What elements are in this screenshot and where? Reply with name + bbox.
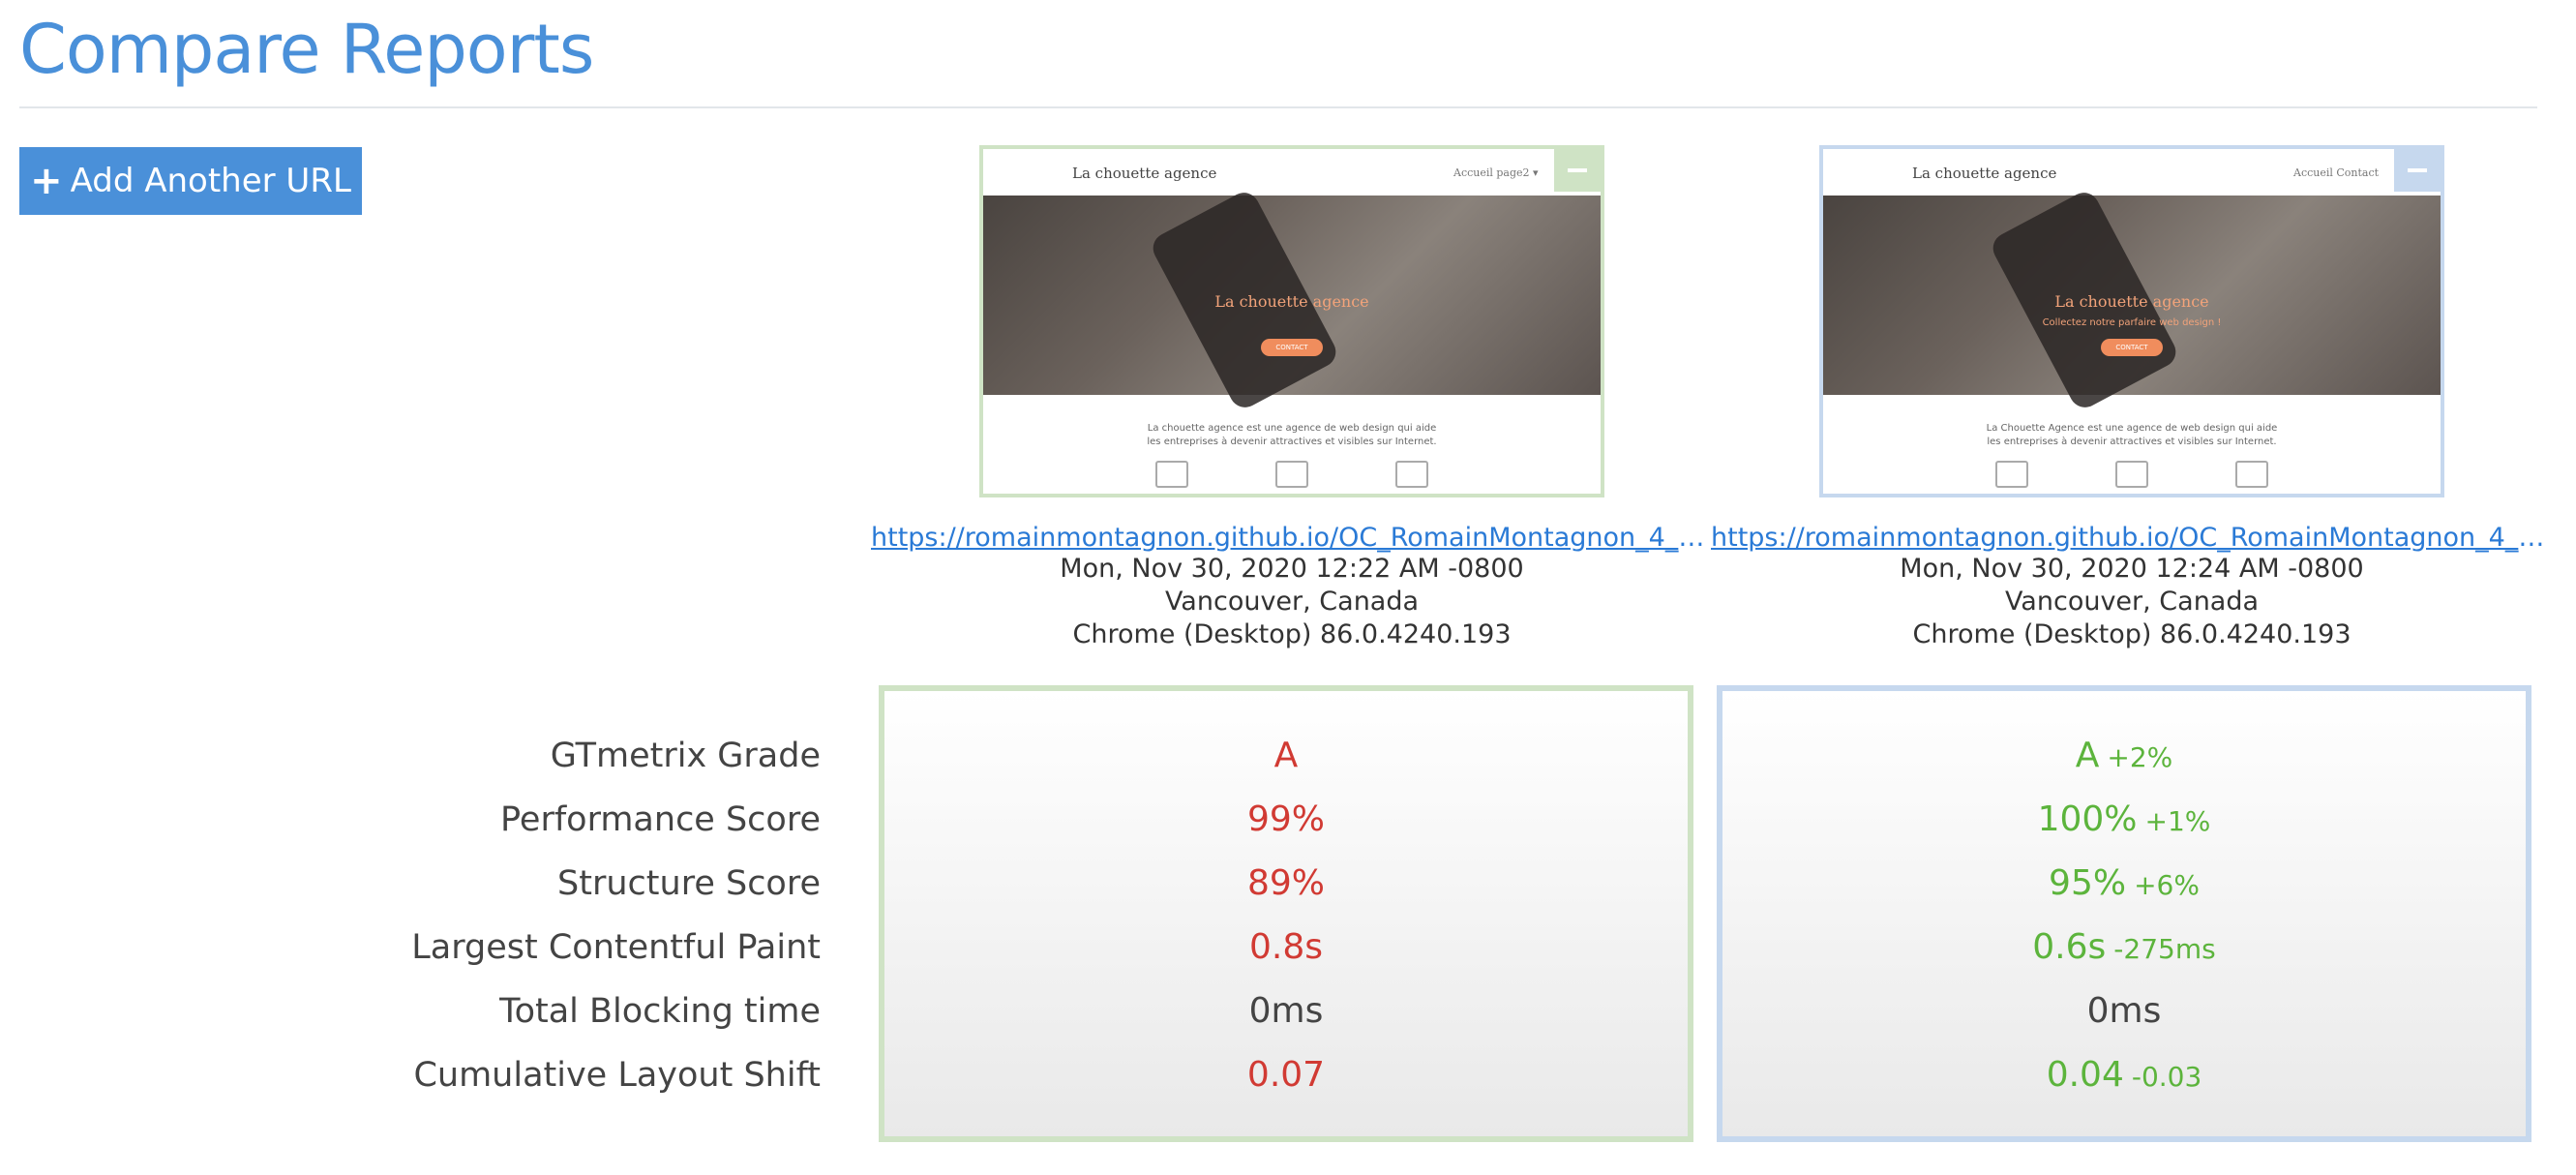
collapse-icon[interactable] xyxy=(1554,149,1601,192)
thumb-body: La chouette agence est une agence de web… xyxy=(983,395,1601,488)
score-cls: 0.07 xyxy=(884,1043,1688,1107)
score-box-1: A 99% 89% 0.8s 0ms 0.07 xyxy=(879,685,1693,1142)
thumb-hero: La chouette agence Collectez notre parfa… xyxy=(1823,187,2441,413)
report-url-link-2[interactable]: https://romainmontagnon.github.io/OC_Rom… xyxy=(1711,523,2553,553)
thumb-body-line: La Chouette Agence est une agence de web… xyxy=(1986,423,2278,434)
score-delta: -0.03 xyxy=(2131,1061,2202,1093)
collapse-icon[interactable] xyxy=(2394,149,2441,192)
score-value: 99% xyxy=(1246,799,1325,839)
score-value: 89% xyxy=(1246,863,1325,903)
thumb-feature-icons xyxy=(983,461,1601,488)
plus-icon: + xyxy=(30,159,63,203)
title-divider xyxy=(19,106,2537,108)
report-location: Vancouver, Canada xyxy=(2004,587,2260,617)
chart-icon xyxy=(1275,461,1308,488)
score-delta: +2% xyxy=(2107,741,2173,773)
report-location: Vancouver, Canada xyxy=(1164,587,1420,617)
thumb-body-line: les entreprises à devenir attractives et… xyxy=(1147,437,1437,447)
layout-icon xyxy=(1155,461,1188,488)
metric-labels: GTmetrix Grade Performance Score Structu… xyxy=(290,724,821,1107)
report-column-1: La chouette agence Accueil page2 ▾ La ch… xyxy=(871,145,1713,651)
score-value: A xyxy=(2075,736,2100,775)
thumb-hero-title: La chouette agence xyxy=(1214,292,1369,311)
thumb-contact-button: CONTACT xyxy=(2101,339,2163,356)
metric-label-grade: GTmetrix Grade xyxy=(550,737,821,775)
score-structure: 95% +6% xyxy=(1722,852,2526,916)
score-box-2: A +2% 100% +1% 95% +6% 0.6s -275ms 0ms 0.04-… xyxy=(1717,685,2531,1142)
score-value: 0.07 xyxy=(1246,1055,1326,1095)
score-delta: +6% xyxy=(2134,869,2200,901)
thumb-logo: La chouette agence xyxy=(1072,165,1217,182)
score-tbt: 0ms xyxy=(884,979,1688,1043)
metric-label-structure: Structure Score xyxy=(557,864,821,903)
thumb-menu: Accueil Contact xyxy=(2293,166,2380,179)
score-value: 95% xyxy=(2049,863,2127,903)
thumb-contact-button: CONTACT xyxy=(1261,339,1323,356)
metric-label-cls: Cumulative Layout Shift xyxy=(413,1056,821,1095)
score-tbt: 0ms xyxy=(1722,979,2526,1043)
report-date: Mon, Nov 30, 2020 12:22 AM -0800 xyxy=(1060,554,1524,584)
thumb-body: La Chouette Agence est une agence de web… xyxy=(1823,395,2441,488)
thumb-feature-icons xyxy=(1823,461,2441,488)
thumb-body-line: les entreprises à devenir attractives et… xyxy=(1987,437,2277,447)
thumb-nav: La chouette agence Accueil Contact xyxy=(1823,149,2441,196)
add-url-label: Add Another URL xyxy=(70,162,351,200)
page-title: Compare Reports xyxy=(19,10,594,89)
score-structure: 89% xyxy=(884,852,1688,916)
report-browser: Chrome (Desktop) 86.0.4240.193 xyxy=(1072,619,1512,649)
pencil-icon xyxy=(2235,461,2268,488)
score-performance: 99% xyxy=(884,788,1688,852)
score-lcp: 0.8s xyxy=(884,916,1688,979)
score-value: 0ms xyxy=(2086,991,2162,1031)
report-browser: Chrome (Desktop) 86.0.4240.193 xyxy=(1912,619,2351,649)
score-delta: +1% xyxy=(2144,805,2211,837)
report-screenshot-1[interactable]: La chouette agence Accueil page2 ▾ La ch… xyxy=(979,145,1604,497)
score-delta: -275ms xyxy=(2113,933,2216,965)
report-screenshot-2[interactable]: La chouette agence Accueil Contact La ch… xyxy=(1819,145,2444,497)
layout-icon xyxy=(1995,461,2028,488)
chart-icon xyxy=(2115,461,2148,488)
score-value: 0.8s xyxy=(1248,927,1323,967)
thumb-hero-title: La chouette agence xyxy=(2054,292,2209,311)
thumb-nav: La chouette agence Accueil page2 ▾ xyxy=(983,149,1601,196)
score-value: 0.04 xyxy=(2046,1055,2124,1095)
metric-label-performance: Performance Score xyxy=(500,800,821,839)
report-column-2: La chouette agence Accueil Contact La ch… xyxy=(1711,145,2553,651)
metric-label-tbt: Total Blocking time xyxy=(499,992,821,1031)
thumb-menu: Accueil page2 ▾ xyxy=(1453,166,1539,179)
score-value: 0.6s xyxy=(2032,927,2107,967)
thumb-logo: La chouette agence xyxy=(1912,165,2057,182)
add-another-url-button[interactable]: + Add Another URL xyxy=(19,147,362,215)
score-value: 0ms xyxy=(1248,991,1324,1031)
report-url-link-1[interactable]: https://romainmontagnon.github.io/OC_Rom… xyxy=(871,523,1713,553)
score-lcp: 0.6s -275ms xyxy=(1722,916,2526,979)
thumb-hero: La chouette agence CONTACT xyxy=(983,187,1601,413)
score-grade: A xyxy=(884,724,1688,788)
thumb-body-line: La chouette agence est une agence de web… xyxy=(1147,423,1437,434)
score-grade: A +2% xyxy=(1722,724,2526,788)
pencil-icon xyxy=(1395,461,1428,488)
report-date: Mon, Nov 30, 2020 12:24 AM -0800 xyxy=(1900,554,2364,584)
metric-label-lcp: Largest Contentful Paint xyxy=(411,928,821,967)
score-value: 100% xyxy=(2037,799,2138,839)
score-cls: 0.04 -0.03 xyxy=(1722,1043,2526,1107)
thumb-hero-subtitle: Collectez notre parfaire web design ! xyxy=(2042,317,2222,328)
score-performance: 100% +1% xyxy=(1722,788,2526,852)
score-value: A xyxy=(1273,736,1299,775)
